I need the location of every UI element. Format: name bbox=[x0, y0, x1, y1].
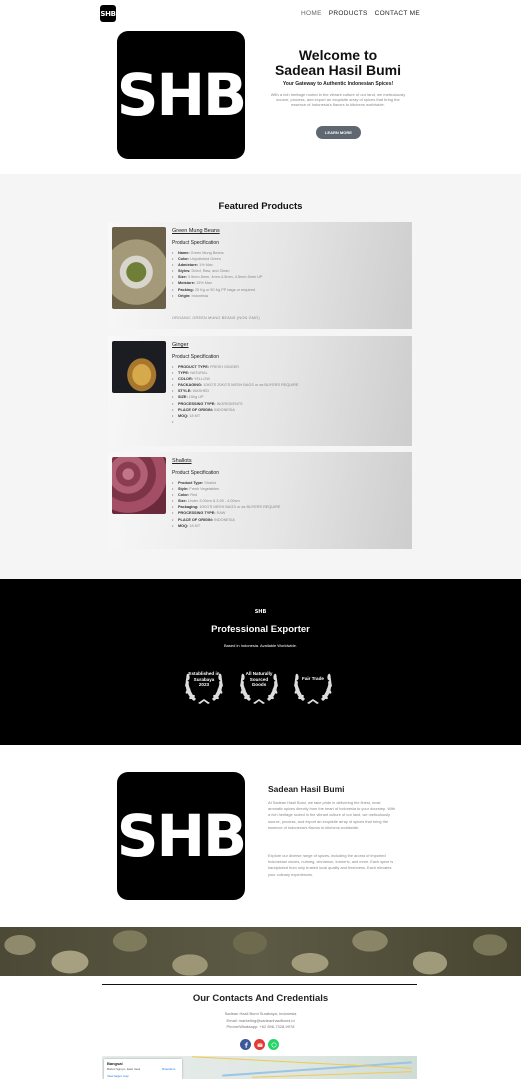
spec-list: Product Type: Shallot Style: Fresh Veget… bbox=[172, 480, 280, 529]
about-paragraph-2: Explore our diverse range of spices, inc… bbox=[268, 853, 394, 877]
nav-contact[interactable]: CONTACT ME bbox=[375, 10, 420, 17]
map-directions-link[interactable]: Directions bbox=[162, 1067, 175, 1071]
badge-fair-trade: Fair Trade bbox=[291, 661, 335, 707]
spec-item: MOQ: 18 MT bbox=[172, 523, 280, 529]
spec-item: Origin: Indonesia bbox=[172, 293, 262, 299]
hero-subtitle: Your Gateway to Authentic Indonesian Spi… bbox=[282, 81, 394, 87]
map-info-card: Bangsal Bobot Ngroyo, East Java View lar… bbox=[104, 1059, 182, 1079]
beans-banner-image bbox=[0, 927, 521, 976]
ginger-image bbox=[112, 341, 166, 393]
product-name-link[interactable]: Green Mung Beans bbox=[172, 228, 220, 234]
laurel-wreath-icon bbox=[294, 673, 332, 704]
facebook-button[interactable] bbox=[240, 1039, 251, 1050]
site-logo[interactable]: SHB bbox=[100, 5, 116, 22]
spec-title: Product Specification bbox=[172, 470, 219, 476]
spec-list: PRODUCT TYPE: FRESH GINGER TYPE: NATURAL… bbox=[172, 364, 298, 425]
nav-home[interactable]: HOME bbox=[301, 10, 322, 17]
product-name-link[interactable]: Shallots bbox=[172, 458, 192, 464]
hero-description: With a rich heritage rooted in the vibra… bbox=[270, 92, 406, 108]
main-nav: HOME PRODUCTS CONTACT ME bbox=[301, 10, 420, 17]
exporter-title: Professional Exporter bbox=[211, 624, 310, 635]
shallots-image bbox=[112, 457, 166, 514]
featured-products-section: Featured Products Green Mung Beans Produ… bbox=[0, 174, 521, 579]
hero-title-line1: Welcome to bbox=[298, 47, 378, 63]
email-button[interactable] bbox=[254, 1039, 265, 1050]
contact-email[interactable]: Email: marketing@sadeanhasilbumi.id bbox=[0, 1018, 521, 1023]
badge-naturally-sourced: All Naturally Sourced Goods bbox=[237, 661, 281, 707]
product-extra-note: ORGANIC GREEN MUNG BEANS (NON GMO) bbox=[172, 316, 260, 320]
spec-title: Product Specification bbox=[172, 354, 219, 360]
location-map[interactable]: Bangsal Bobot Ngroyo, East Java View lar… bbox=[102, 1056, 417, 1079]
contact-phone[interactable]: Phone/Whatsapp: +62 896-7328-9978 bbox=[0, 1024, 521, 1029]
exporter-subtitle: Based in Indonesia. Available Worldwide. bbox=[223, 643, 297, 648]
about-paragraph-1: At Sadean Hasil Bumi, we take pride in d… bbox=[268, 800, 396, 830]
contact-address: Sadean Hasil Bumi Surabaya, Indonesia bbox=[224, 1011, 297, 1016]
map-road bbox=[192, 1056, 412, 1069]
about-title: Sadean Hasil Bumi bbox=[268, 784, 345, 794]
contacts-section: Our Contacts And Credentials Sadean Hasi… bbox=[0, 976, 521, 1079]
featured-title: Featured Products bbox=[218, 201, 303, 212]
product-card-shallots: Shallots Product Specification Product T… bbox=[108, 452, 412, 549]
site-header: SHB HOME PRODUCTS CONTACT ME bbox=[0, 0, 521, 28]
about-logo: SHB bbox=[117, 772, 247, 900]
learn-more-button[interactable]: LEARN MORE bbox=[316, 126, 361, 139]
map-larger-link[interactable]: View larger map bbox=[107, 1074, 129, 1078]
mung-beans-image bbox=[112, 227, 166, 309]
hero-title-line2: Sadean Hasil Bumi bbox=[274, 62, 402, 78]
product-card-mung-beans: Green Mung Beans Product Specification N… bbox=[108, 222, 412, 329]
spec-list: Name: Green Mung Beans Color: Unpolished… bbox=[172, 250, 262, 299]
hero-logo: SHB bbox=[117, 31, 247, 159]
product-name-link[interactable]: Ginger bbox=[172, 342, 189, 348]
spec-title: Product Specification bbox=[172, 240, 219, 246]
exporter-section: SHB Professional Exporter Based in Indon… bbox=[0, 579, 521, 745]
map-place-subtitle: Bobot Ngroyo, East Java bbox=[107, 1067, 141, 1071]
hero-section: SHB Welcome to Sadean Hasil Bumi Your Ga… bbox=[0, 28, 521, 174]
email-icon bbox=[256, 1042, 263, 1047]
nav-products[interactable]: PRODUCTS bbox=[329, 10, 368, 17]
facebook-icon bbox=[244, 1041, 248, 1048]
map-place-title: Bangsal bbox=[107, 1061, 123, 1066]
badge-established: Established in Surabaya 2023 bbox=[182, 661, 226, 707]
whatsapp-button[interactable] bbox=[268, 1039, 279, 1050]
product-card-ginger: Ginger Product Specification PRODUCT TYP… bbox=[108, 336, 412, 446]
whatsapp-icon bbox=[271, 1042, 276, 1047]
hero-title: Welcome to Sadean Hasil Bumi bbox=[258, 48, 418, 78]
spec-item: MOQ: 18 MT bbox=[172, 413, 298, 419]
exporter-logo: SHB bbox=[254, 609, 267, 615]
contacts-title: Our Contacts And Credentials bbox=[192, 993, 329, 1004]
section-divider bbox=[102, 984, 417, 985]
about-section: SHB Sadean Hasil Bumi At Sadean Hasil Bu… bbox=[0, 745, 521, 927]
